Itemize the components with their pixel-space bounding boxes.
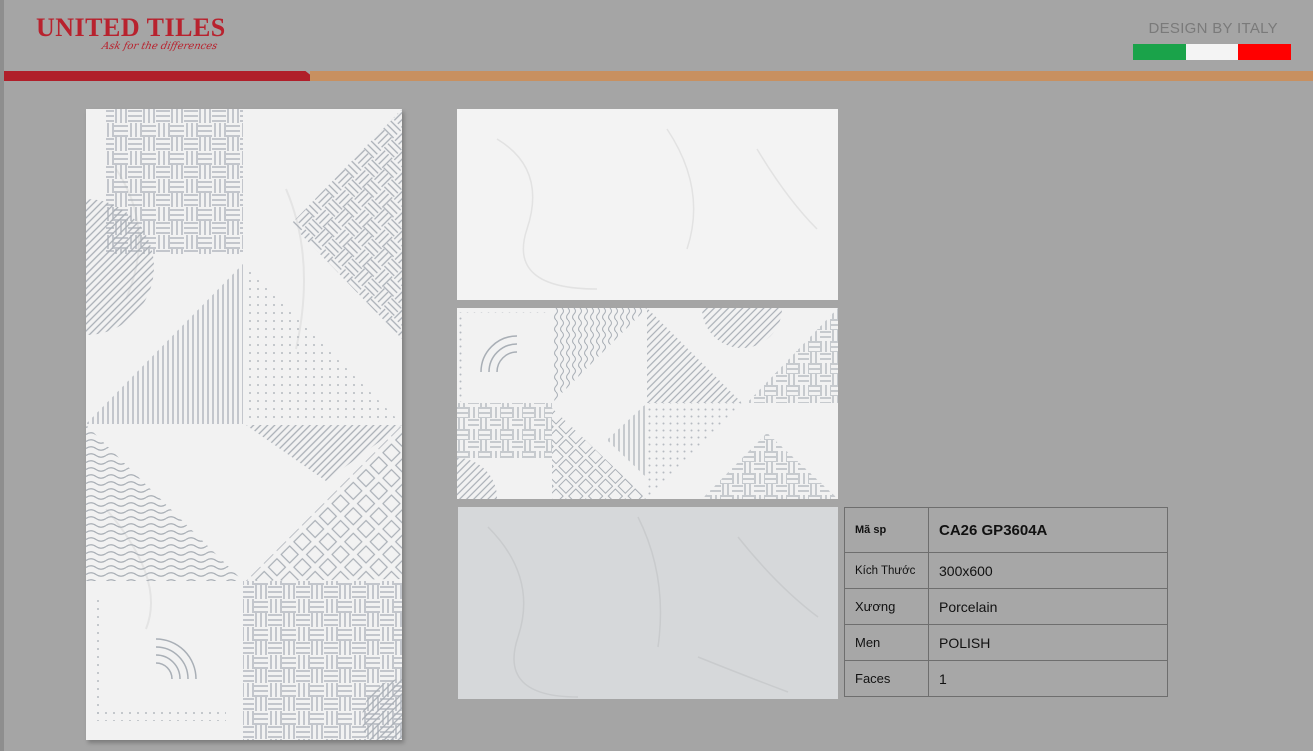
product-spec-table: Mã sp CA26 GP3604A Kích Thước 300x600 Xư…: [844, 507, 1168, 697]
spec-label: Xương: [844, 588, 929, 625]
header-stripe-red: [4, 71, 318, 81]
tile-plain-white-image: [457, 109, 838, 300]
flag-white-band: [1185, 44, 1239, 60]
spec-value: Porcelain: [928, 588, 1168, 625]
design-origin-label: DESIGN BY ITALY: [1148, 20, 1278, 37]
brand-logo: UNITED TILES Ask for the differences: [36, 13, 226, 53]
spec-row-size: Kích Thước 300x600: [844, 552, 1168, 589]
header-stripe: [4, 71, 1313, 81]
spec-row-glaze: Men POLISH: [844, 624, 1168, 661]
spec-value: 1: [928, 660, 1168, 697]
spec-row-faces: Faces 1: [844, 660, 1168, 697]
tile-decor-portrait-image: [86, 109, 402, 740]
spec-value: 300x600: [928, 552, 1168, 589]
spec-value: POLISH: [928, 624, 1168, 661]
tile-plain-grey-image: [458, 507, 838, 699]
page-left-border: [0, 0, 4, 751]
spec-label: Mã sp: [844, 507, 929, 553]
spec-label: Kích Thước: [844, 552, 929, 589]
spec-row-code: Mã sp CA26 GP3604A: [844, 507, 1168, 553]
brand-tagline: Ask for the differences: [100, 41, 219, 52]
italy-flag-icon: [1133, 44, 1292, 60]
spec-label: Men: [844, 624, 929, 661]
brand-name: UNITED TILES: [36, 13, 226, 42]
spec-row-body: Xương Porcelain: [844, 588, 1168, 625]
header-stripe-tan: [310, 71, 1313, 81]
flag-green-band: [1133, 44, 1186, 60]
spec-value: CA26 GP3604A: [928, 507, 1168, 553]
spec-label: Faces: [844, 660, 929, 697]
tile-decor-landscape-image: [457, 308, 838, 499]
flag-red-band: [1238, 44, 1292, 60]
